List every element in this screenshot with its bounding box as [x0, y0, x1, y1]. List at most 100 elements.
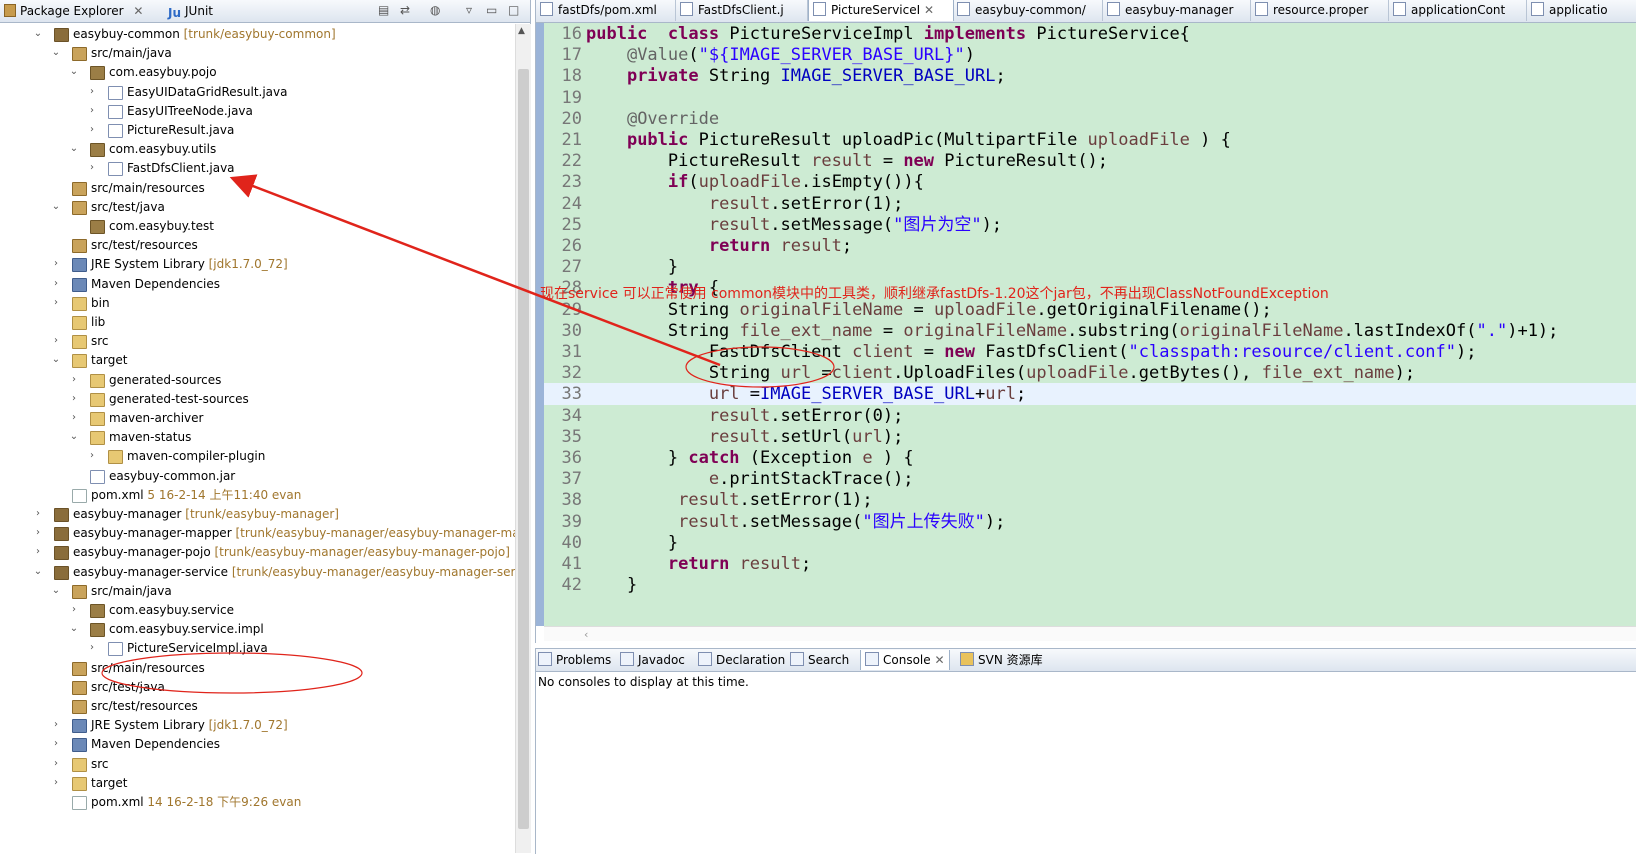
expand-twisty-icon[interactable]: › [32, 504, 44, 524]
expand-twisty-icon[interactable]: › [68, 408, 80, 428]
tree-item[interactable]: › FastDfsClient.java [0, 158, 515, 178]
expand-twisty-icon[interactable]: › [32, 542, 44, 562]
tree-item[interactable]: › maven-compiler-plugin [0, 446, 515, 466]
tab-package-explorer[interactable]: Package Explorer ✕ [4, 1, 143, 21]
tree-item[interactable]: src/main/resources [0, 658, 515, 678]
expand-twisty-icon[interactable]: › [86, 158, 98, 178]
editor-tab[interactable]: PictureServiceI ✕ [808, 0, 954, 21]
expand-twisty-icon[interactable]: › [86, 638, 98, 658]
tree-item[interactable]: ⌄ easybuy-manager-service [trunk/easybuy-… [0, 562, 515, 582]
tree-item[interactable]: › target [0, 773, 515, 793]
expand-twisty-icon[interactable]: › [50, 254, 62, 274]
code-line[interactable]: 26 return result; [544, 235, 1636, 257]
tree-item[interactable]: › maven-archiver [0, 408, 515, 428]
tab-junit[interactable]: Ju JUnit [168, 1, 213, 21]
code-line[interactable]: 29 String originalFileName = uploadFile.… [544, 299, 1636, 321]
code-line[interactable]: 24 result.setError(1); [544, 193, 1636, 215]
collapse-all-icon[interactable]: ▤ [378, 3, 389, 17]
collapse-twisty-icon[interactable]: ⌄ [50, 581, 62, 601]
code-line[interactable]: 41 return result; [544, 553, 1636, 575]
code-line[interactable]: 28 try { [544, 277, 1636, 299]
editor-horizontal-scrollbar[interactable]: ‹ [544, 626, 1636, 641]
tree-item[interactable]: ⌄ com.easybuy.utils [0, 139, 515, 159]
editor-tab[interactable]: easybuy-common/ [953, 0, 1103, 21]
collapse-twisty-icon[interactable]: ⌄ [50, 350, 62, 370]
code-line[interactable]: 33 url =IMAGE_SERVER_BASE_URL+url; [544, 383, 1636, 406]
code-line[interactable]: 23 if(uploadFile.isEmpty()){ [544, 171, 1636, 193]
bottom-tab[interactable]: SVN 资源库 [960, 650, 1043, 670]
code-line[interactable]: 32 String url =client.UploadFiles(upload… [544, 362, 1636, 384]
expand-twisty-icon[interactable]: › [68, 370, 80, 390]
collapse-twisty-icon[interactable]: ⌄ [32, 562, 44, 582]
expand-twisty-icon[interactable]: › [50, 773, 62, 793]
code-line[interactable]: 36 } catch (Exception e ) { [544, 447, 1636, 469]
editor-tab[interactable]: easybuy-manager [1103, 0, 1251, 21]
expand-twisty-icon[interactable]: › [32, 523, 44, 543]
expand-twisty-icon[interactable]: › [68, 600, 80, 620]
tree-item[interactable]: ⌄ src/test/java [0, 197, 515, 217]
expand-twisty-icon[interactable]: › [86, 82, 98, 102]
tree-item[interactable]: ⌄ maven-status [0, 427, 515, 447]
tree-item[interactable]: › bin [0, 293, 515, 313]
tree-item[interactable]: › Maven Dependencies [0, 734, 515, 754]
expand-twisty-icon[interactable]: › [50, 293, 62, 313]
scroll-up-icon[interactable]: ▲ [518, 26, 525, 36]
tree-item[interactable]: › com.easybuy.service [0, 600, 515, 620]
expand-twisty-icon[interactable]: › [86, 101, 98, 121]
tree-item[interactable]: › generated-sources [0, 370, 515, 390]
tree-item[interactable]: › src [0, 754, 515, 774]
code-line[interactable]: 42 } [544, 574, 1636, 596]
code-line[interactable]: 30 String file_ext_name = originalFileNa… [544, 320, 1636, 342]
minimize-icon[interactable]: ▭ [486, 3, 497, 17]
code-line[interactable]: 27 } [544, 256, 1636, 278]
code-line[interactable]: 40 } [544, 532, 1636, 554]
bottom-tab[interactable]: Problems [538, 650, 611, 670]
collapse-twisty-icon[interactable]: ⌄ [68, 619, 80, 639]
tree-item[interactable]: src/main/resources [0, 178, 515, 198]
expand-twisty-icon[interactable]: › [50, 715, 62, 735]
tree-item[interactable]: ⌄ src/main/java [0, 43, 515, 63]
editor-tab[interactable]: FastDfsClient.j [676, 0, 808, 21]
code-line[interactable]: 16 public class PictureServiceImpl implem… [544, 23, 1636, 45]
maximize-icon[interactable]: □ [508, 3, 519, 17]
tree-item[interactable]: › EasyUIDataGridResult.java [0, 82, 515, 102]
tree-item[interactable]: com.easybuy.test [0, 216, 515, 236]
close-icon[interactable]: ✕ [920, 3, 934, 17]
expand-twisty-icon[interactable]: › [50, 754, 62, 774]
tree-item[interactable]: › easybuy-manager-pojo [trunk/easybuy-man… [0, 542, 515, 562]
code-line[interactable]: 17 @Value("${IMAGE_SERVER_BASE_URL}") [544, 44, 1636, 66]
tree-item[interactable]: ⌄ src/main/java [0, 581, 515, 601]
close-icon[interactable]: ✕ [931, 653, 944, 667]
scroll-left-icon[interactable]: ‹ [584, 628, 588, 641]
code-line[interactable]: 37 e.printStackTrace(); [544, 468, 1636, 490]
tree-item[interactable]: ⌄ com.easybuy.service.impl [0, 619, 515, 639]
bottom-tab[interactable]: Javadoc [620, 650, 685, 670]
tree-item[interactable]: easybuy-common.jar [0, 466, 515, 486]
tree-item[interactable]: › JRE System Library [jdk1.7.0_72] [0, 715, 515, 735]
code-editor[interactable]: 16 public class PictureServiceImpl implem… [544, 23, 1636, 626]
collapse-twisty-icon[interactable]: ⌄ [68, 427, 80, 447]
collapse-twisty-icon[interactable]: ⌄ [32, 24, 44, 44]
tree-item[interactable]: › Maven Dependencies [0, 274, 515, 294]
tree-item[interactable]: › PictureResult.java [0, 120, 515, 140]
code-line[interactable]: 35 result.setUrl(url); [544, 426, 1636, 448]
tree-item[interactable]: ⌄ target [0, 350, 515, 370]
bottom-tab[interactable]: Console ✕ [860, 650, 950, 670]
collapse-twisty-icon[interactable]: ⌄ [50, 197, 62, 217]
tree-item[interactable]: lib [0, 312, 515, 332]
code-line[interactable]: 18 private String IMAGE_SERVER_BASE_URL; [544, 65, 1636, 87]
code-line[interactable]: 25 result.setMessage("图片为空"); [544, 214, 1636, 236]
collapse-twisty-icon[interactable]: ⌄ [68, 139, 80, 159]
tree-item[interactable]: › JRE System Library [jdk1.7.0_72] [0, 254, 515, 274]
tree-item[interactable]: pom.xml 5 16-2-14 上午11:40 evan [0, 485, 515, 505]
code-line[interactable]: 22 PictureResult result = new PictureRes… [544, 150, 1636, 172]
close-icon[interactable]: ✕ [133, 4, 143, 18]
tree-item[interactable]: src/test/resources [0, 696, 515, 716]
code-line[interactable]: 31 FastDfsClient client = new FastDfsCli… [544, 341, 1636, 363]
tree-item[interactable]: src/test/java [0, 677, 515, 697]
package-explorer-scrollbar[interactable]: ▲ [515, 24, 531, 853]
collapse-twisty-icon[interactable]: ⌄ [68, 62, 80, 82]
tree-item[interactable]: › PictureServiceImpl.java [0, 638, 515, 658]
editor-tab[interactable]: applicationCont [1389, 0, 1527, 21]
view-menu-icon[interactable]: ▿ [466, 3, 472, 17]
